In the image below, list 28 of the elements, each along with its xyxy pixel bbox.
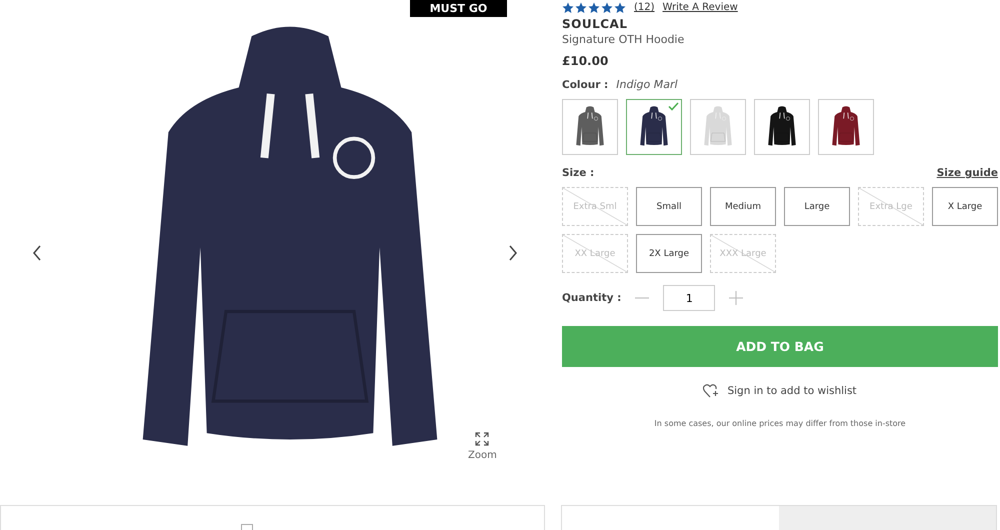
review-count-link[interactable]: (12) <box>634 2 655 13</box>
size-option[interactable]: Small <box>636 187 702 226</box>
check-icon <box>668 102 679 111</box>
quantity-label: Quantity : <box>562 292 622 304</box>
size-option[interactable]: Medium <box>710 187 776 226</box>
quantity-field[interactable]: 1 <box>663 285 716 311</box>
price: £10.00 <box>562 54 610 68</box>
wishlist-link[interactable]: Sign in to add to wishlist <box>697 383 863 399</box>
size-option[interactable]: Large <box>784 187 850 226</box>
colour-swatch[interactable] <box>818 99 874 155</box>
colour-swatch[interactable] <box>690 99 746 155</box>
size-option[interactable]: X Large <box>932 187 998 226</box>
product-name: Signature OTH Hoodie <box>562 33 686 46</box>
sale-badge: MUST GO <box>410 0 507 17</box>
size-option[interactable]: 2X Large <box>636 234 702 273</box>
write-review-link[interactable]: Write A Review <box>662 2 738 13</box>
size-label: Size : <box>562 167 594 179</box>
size-guide-link[interactable]: Size guide <box>936 167 998 179</box>
heart-plus-icon <box>703 384 720 398</box>
colour-value: Indigo Marl <box>616 78 678 91</box>
colour-swatch[interactable] <box>562 99 618 155</box>
colour-swatch[interactable] <box>626 99 682 155</box>
colour-label: Colour : <box>562 78 608 90</box>
colour-swatch[interactable] <box>754 99 810 155</box>
expand-icon <box>475 432 490 446</box>
brand-name: SOULCAL <box>562 17 628 31</box>
price-disclaimer: In some cases, our online prices may differ from those in-store <box>653 419 907 428</box>
zoom-button[interactable]: Zoom <box>468 432 497 461</box>
